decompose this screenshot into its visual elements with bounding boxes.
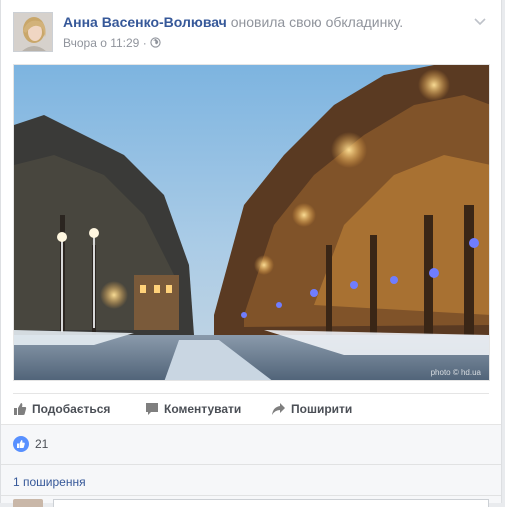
comment-input[interactable] [53, 499, 489, 507]
author-name-link[interactable]: Анна Васенко-Волювач [63, 14, 227, 30]
post-card: Анна Васенко-Волювач оновила свою обклад… [0, 0, 502, 507]
thumbs-up-icon [13, 402, 32, 416]
like-reaction-icon[interactable] [13, 436, 29, 452]
shares-count-link[interactable]: 1 поширення [13, 475, 86, 489]
globe-icon[interactable] [150, 36, 161, 50]
chevron-down-icon[interactable] [473, 14, 487, 28]
comment-icon [145, 402, 164, 416]
post-timestamp-link[interactable]: Вчора о 11:29 [63, 36, 139, 50]
like-count-link[interactable]: 21 [35, 437, 48, 451]
shares-bar: 1 поширення [1, 464, 501, 496]
author-avatar[interactable] [13, 12, 53, 52]
photo-watermark: photo © hd.ua [430, 368, 481, 377]
reactions-bar: 21 [1, 424, 501, 464]
meta-separator: · [139, 36, 151, 50]
post-meta: Вчора о 11:29 · [63, 36, 161, 50]
post-action-text: оновила свою обкладинку. [230, 14, 404, 30]
share-label: Поширити [291, 402, 353, 416]
viewer-avatar [13, 499, 43, 507]
comment-composer [1, 495, 501, 507]
cover-photo-image [14, 65, 489, 380]
comment-button[interactable]: Коментувати [145, 402, 241, 416]
author-line: Анна Васенко-Волювач оновила свою обклад… [63, 14, 403, 30]
post-header: Анна Васенко-Волювач оновила свою обклад… [13, 12, 489, 56]
post-actions: Подобається Коментувати Поширити [13, 393, 489, 423]
share-button[interactable]: Поширити [271, 402, 352, 416]
like-button[interactable]: Подобається [13, 402, 110, 416]
share-icon [271, 402, 291, 416]
comment-label: Коментувати [164, 402, 242, 416]
like-label: Подобається [32, 402, 111, 416]
cover-photo[interactable]: photo © hd.ua [13, 64, 490, 381]
